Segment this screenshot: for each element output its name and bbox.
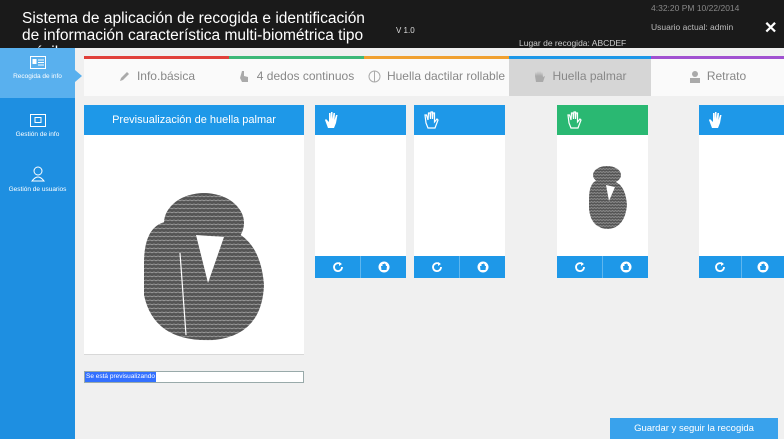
portrait-icon (689, 70, 701, 83)
app-title: Sistema de aplicación de recogida e iden… (22, 10, 365, 61)
sidebar-item-gestion-info[interactable]: Gestión de info (0, 114, 75, 154)
user-icon (30, 166, 45, 182)
tab-label: Huella palmar (552, 69, 627, 83)
current-user-label: Usuario actual: admin (651, 22, 734, 32)
sidebar-item-recogida[interactable]: Recogida de info (0, 48, 75, 98)
card-header (699, 105, 784, 135)
left-hand-icon (709, 112, 722, 128)
location-label: Lugar de recogida: ABCDEF (519, 38, 627, 48)
pencil-icon (118, 70, 131, 83)
refresh-icon (332, 262, 343, 273)
refresh-icon (574, 262, 585, 273)
sidebar-item-gestion-usuarios[interactable]: Gestión de usuarios (0, 166, 75, 206)
tab-color-bar (509, 56, 651, 59)
sidebar-item-label: Gestión de info (15, 131, 60, 138)
finger-icon (239, 70, 251, 83)
sidebar-item-label: Gestión de usuarios (8, 186, 67, 193)
right-hand-icon (424, 111, 439, 129)
rolled-print-icon (368, 70, 381, 83)
right-hand-icon (567, 111, 582, 129)
palm-capture-icon (477, 261, 488, 273)
capture-palm-button[interactable] (460, 256, 505, 278)
recapture-button[interactable] (699, 256, 742, 278)
card-header (414, 105, 505, 135)
id-card-icon (29, 56, 46, 69)
tab-bar: Info.básica 4 dedos continuos Huella dac… (84, 56, 784, 96)
tab-huella-palmar[interactable]: Huella palmar (509, 56, 651, 96)
active-indicator (75, 70, 82, 82)
tab-label: Huella dactilar rollable (386, 69, 506, 83)
hand-card-1[interactable] (315, 105, 406, 278)
clock-label: 4:32:20 PM 10/22/2014 (651, 3, 740, 13)
refresh-icon (715, 262, 725, 273)
tab-color-bar (651, 56, 784, 59)
palm-capture-icon (757, 261, 769, 273)
tab-4-dedos[interactable]: 4 dedos continuos (229, 56, 364, 96)
recapture-button[interactable] (315, 256, 361, 278)
card-footer (315, 256, 406, 278)
document-icon (29, 114, 46, 127)
palm-capture-icon (620, 261, 631, 273)
tab-label: 4 dedos continuos (256, 69, 355, 83)
card-footer (414, 256, 505, 278)
save-and-continue-button[interactable]: Guardar y seguir la recogida (610, 418, 778, 439)
hand-card-3[interactable] (557, 105, 648, 278)
left-hand-icon (325, 112, 338, 128)
capture-palm-button[interactable] (361, 256, 406, 278)
tab-label: Info.básica (136, 69, 196, 83)
title-bar: Sistema de aplicación de recogida e iden… (0, 0, 784, 61)
tab-huella-rollable[interactable]: Huella dactilar rollable (364, 56, 509, 96)
tab-label: Retrato (706, 69, 747, 83)
tab-color-bar (364, 56, 509, 59)
hand-card-4[interactable] (699, 105, 784, 278)
palm-preview-panel: Previsualización de huella palmar (84, 105, 304, 355)
palm-capture-icon (378, 261, 389, 273)
tab-info-basica[interactable]: Info.básica (84, 56, 229, 96)
palm-icon (533, 70, 546, 83)
recapture-button[interactable] (414, 256, 460, 278)
version-label: V 1.0 (396, 26, 415, 35)
preview-title: Previsualización de huella palmar (84, 105, 304, 135)
card-header (315, 105, 406, 135)
hand-card-2[interactable] (414, 105, 505, 278)
capture-palm-button[interactable] (742, 256, 784, 278)
tab-retrato[interactable]: Retrato (651, 56, 784, 96)
tab-color-bar (84, 56, 229, 59)
status-field: Se está previsualizando (84, 371, 304, 383)
tab-color-bar (229, 56, 364, 59)
capture-palm-button[interactable] (603, 256, 648, 278)
sidebar: Recogida de info Gestión de info Gestión… (0, 48, 75, 439)
sidebar-item-label: Recogida de info (13, 73, 62, 80)
status-text: Se está previsualizando (85, 372, 157, 382)
recapture-button[interactable] (557, 256, 603, 278)
card-header (557, 105, 648, 135)
close-icon[interactable]: ✕ (764, 21, 777, 37)
card-footer (557, 256, 648, 278)
card-footer (699, 256, 784, 278)
palm-print-image (144, 193, 264, 341)
refresh-icon (431, 262, 442, 273)
palm-thumbnail (589, 166, 627, 229)
